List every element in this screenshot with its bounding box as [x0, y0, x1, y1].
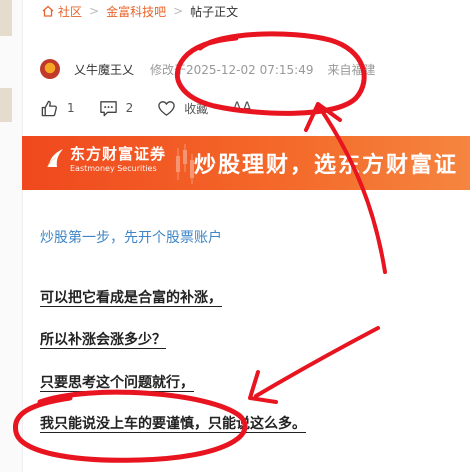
post-paragraph: 我只能说没上车的要谨慎，只能说这么多。 — [40, 416, 306, 432]
banner-brand-en: Eastmoney Securities — [70, 164, 157, 173]
like-count: 1 — [67, 101, 75, 115]
left-panel-strip — [0, 0, 12, 36]
comment-button[interactable]: 2 — [99, 99, 134, 118]
modified-time: 修改于2025-12-02 07:15:49 — [150, 62, 314, 77]
home-icon — [42, 5, 54, 17]
thumbs-up-icon — [41, 100, 57, 116]
arrowhead-up-annotation — [304, 102, 342, 132]
post-paragraph: 所以补涨会涨多少？ — [40, 332, 166, 348]
comment-count: 2 — [125, 101, 134, 115]
banner-slogan: 炒股理财，选东方财富证 — [194, 153, 459, 178]
breadcrumb-label: 社区 — [58, 4, 83, 19]
left-panel-edge — [0, 0, 23, 472]
breadcrumb-community[interactable]: 社区 — [42, 3, 82, 20]
open-account-link[interactable]: 炒股第一步，先开个股票账户 — [40, 227, 222, 247]
breadcrumb-forum[interactable]: 金富科技吧 — [106, 3, 166, 20]
candlestick-decoration-icon — [176, 144, 194, 184]
left-panel-strip — [0, 88, 12, 122]
eastmoney-logo-icon — [47, 149, 63, 168]
author-row: 乂牛魔王乂 修改于2025-12-02 07:15:49 来自福建 — [40, 58, 375, 80]
arrow-up-annotation — [318, 106, 387, 274]
post-paragraph: 可以把它看成是合富的补涨， — [40, 290, 222, 306]
favorite-label: 收藏 — [184, 101, 209, 116]
ad-banner[interactable]: 东方财富证券 Eastmoney Securities 炒股理财，选东方财富证 — [22, 136, 470, 190]
font-size-label: AA — [232, 100, 252, 116]
post-source: 来自福建 — [327, 62, 376, 77]
breadcrumb-current: 帖子正文 — [190, 4, 239, 19]
action-bar: 1 2 收藏 AA — [40, 97, 276, 119]
banner-logo: 东方财富证券 Eastmoney Securities — [46, 145, 166, 175]
font-size-button[interactable]: AA — [232, 100, 252, 116]
post-paragraph: 只要思考这个问题就行， — [40, 375, 194, 391]
arrowhead-down-annotation — [248, 370, 278, 404]
arrow-down-annotation — [254, 326, 380, 398]
like-button[interactable]: 1 — [40, 99, 75, 118]
breadcrumb: 社区 > 金富科技吧 > 帖子正文 — [42, 1, 238, 21]
favorite-button[interactable]: 收藏 — [157, 99, 208, 118]
banner-brand-cn: 东方财富证券 — [70, 145, 167, 163]
author-name[interactable]: 乂牛魔王乂 — [74, 61, 134, 78]
breadcrumb-separator: > — [173, 4, 184, 18]
avatar[interactable] — [40, 59, 60, 79]
breadcrumb-separator: > — [89, 4, 100, 18]
comment-icon — [99, 100, 117, 116]
heart-icon — [158, 100, 176, 116]
